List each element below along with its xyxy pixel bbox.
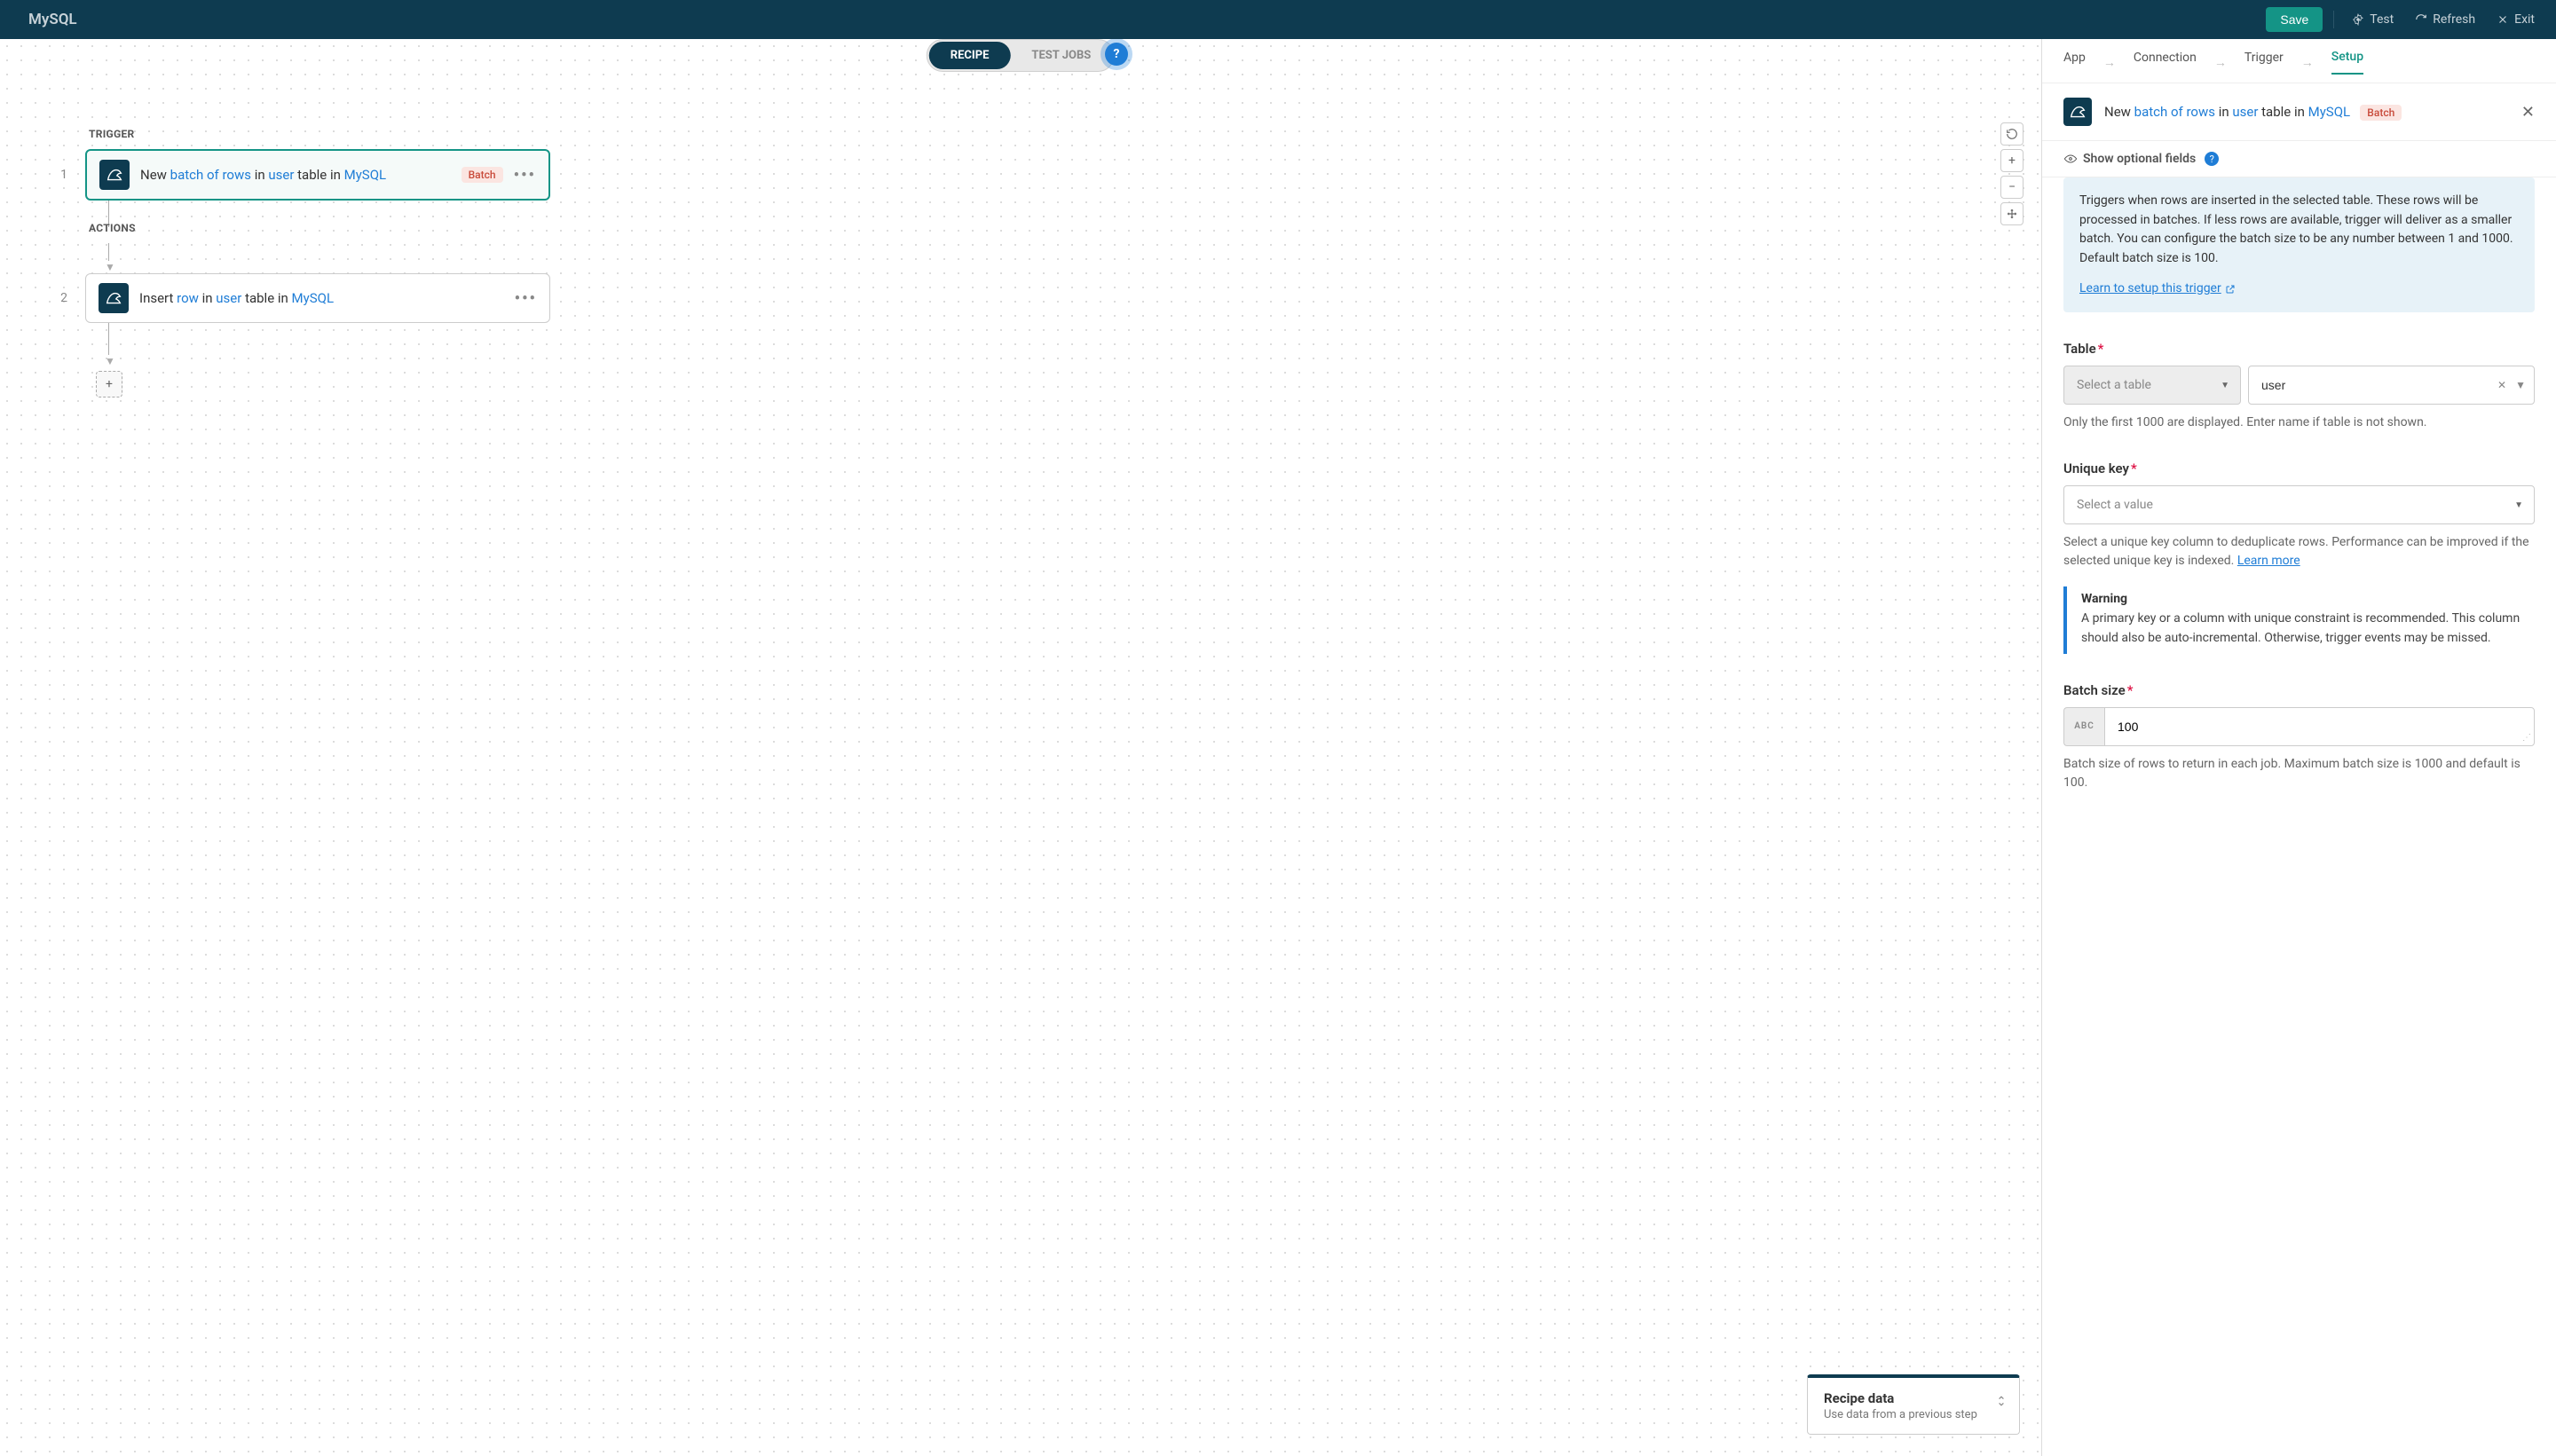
fit-icon	[2006, 208, 2018, 220]
warning-box: Warning A primary key or a column with u…	[2063, 586, 2535, 653]
tab-test-jobs[interactable]: TEST JOBS	[1010, 42, 1112, 69]
learn-setup-link[interactable]: Learn to setup this trigger	[2079, 279, 2236, 299]
close-panel-button[interactable]: ✕	[2521, 103, 2535, 122]
trigger-step-card[interactable]: New batch of rows in user table in MySQL…	[85, 149, 550, 201]
crumb-setup[interactable]: Setup	[2331, 50, 2363, 75]
action-step-text: Insert row in user table in MySQL	[139, 290, 504, 306]
actions-section-label: ACTIONS	[89, 222, 550, 234]
config-sidepanel: App → Connection → Trigger → Setup New b…	[2041, 39, 2556, 1456]
connector	[108, 323, 110, 355]
tab-recipe[interactable]: RECIPE	[929, 42, 1011, 69]
chevron-right-icon: →	[2214, 55, 2227, 70]
help-button[interactable]: ?	[1105, 43, 1128, 66]
trigger-section-label: TRIGGER	[89, 128, 550, 140]
unique-key-select[interactable]: Select a value ▼	[2063, 485, 2535, 524]
zoom-in-button[interactable]: +	[2000, 149, 2024, 172]
optional-fields-row: Show optional fields ?	[2042, 141, 2556, 177]
reset-icon	[2006, 128, 2018, 140]
recipe-data-title: Recipe data	[1824, 1390, 2003, 1406]
unique-key-label: Unique key*	[2063, 460, 2535, 476]
field-batch-size: Batch size* ABC ⋰ Batch size of rows to …	[2063, 682, 2535, 792]
mysql-icon	[2063, 98, 2092, 126]
chevron-down-icon[interactable]: ▼	[2515, 379, 2526, 391]
canvas-controls: + −	[2000, 122, 2024, 225]
external-link-icon	[2225, 284, 2236, 295]
expand-icon[interactable]	[1996, 1394, 2007, 1412]
table-hint: Only the first 1000 are displayed. Enter…	[2063, 413, 2535, 432]
crumb-connection[interactable]: Connection	[2134, 51, 2197, 74]
gear-icon	[2352, 13, 2364, 26]
field-table: Table* Select a table ▼ ✕ ▼	[2063, 341, 2535, 432]
batch-size-input[interactable]	[2104, 707, 2535, 746]
eye-icon	[2063, 153, 2078, 164]
view-tabs: RECIPE TEST JOBS	[927, 39, 1115, 72]
trigger-step-text: New batch of rows in user table in MySQL	[140, 167, 451, 183]
help-icon[interactable]: ?	[2205, 152, 2219, 166]
app-header: MySQL Save Test Refresh Exit	[0, 0, 2556, 39]
unique-key-hint: Select a unique key column to deduplicat…	[2063, 533, 2535, 571]
arrow-down-icon: ▼	[105, 355, 550, 367]
recipe-canvas: RECIPE TEST JOBS ? + − TRIGGER 1	[0, 39, 2041, 1456]
zoom-out-button[interactable]: −	[2000, 176, 2024, 199]
table-select[interactable]: Select a table ▼	[2063, 366, 2241, 405]
panel-header-text: New batch of rows in user table in MySQL…	[2104, 104, 2509, 120]
clear-input-icon[interactable]: ✕	[2497, 379, 2506, 391]
page-title: MySQL	[28, 11, 77, 28]
show-optional-fields-toggle[interactable]: Show optional fields	[2063, 152, 2196, 166]
header-actions: Save Test Refresh Exit	[2266, 7, 2542, 32]
trigger-info-box: Triggers when rows are inserted in the s…	[2063, 177, 2535, 312]
learn-more-link[interactable]: Learn more	[2237, 554, 2300, 568]
warning-text: A primary key or a column with unique co…	[2081, 610, 2520, 648]
add-step-button[interactable]: +	[96, 371, 122, 397]
divider	[2333, 11, 2334, 28]
refresh-icon	[2415, 13, 2427, 26]
table-input[interactable]	[2248, 366, 2535, 405]
chevron-right-icon: →	[2301, 55, 2314, 70]
chevron-right-icon: →	[2103, 55, 2116, 70]
field-unique-key: Unique key* Select a value ▼ Select a un…	[2063, 460, 2535, 653]
crumb-trigger[interactable]: Trigger	[2244, 51, 2284, 74]
step-number: 2	[53, 291, 75, 305]
step-more-menu[interactable]: •••	[514, 166, 536, 185]
reset-view-button[interactable]	[2000, 122, 2024, 146]
table-label: Table*	[2063, 341, 2535, 357]
save-button[interactable]: Save	[2266, 7, 2323, 32]
arrow-down-icon: ▼	[105, 261, 550, 273]
type-indicator: ABC	[2063, 707, 2104, 746]
test-button[interactable]: Test	[2345, 9, 2401, 30]
batch-badge: Batch	[2360, 105, 2402, 121]
recipe-data-subtitle: Use data from a previous step	[1824, 1408, 2003, 1421]
fit-view-button[interactable]	[2000, 202, 2024, 225]
action-step-card[interactable]: Insert row in user table in MySQL •••	[85, 273, 550, 323]
mysql-icon	[99, 160, 130, 190]
breadcrumb: App → Connection → Trigger → Setup	[2042, 39, 2556, 83]
info-text: Triggers when rows are inserted in the s…	[2079, 192, 2519, 269]
step-number: 1	[53, 168, 75, 182]
step-more-menu[interactable]: •••	[515, 289, 537, 308]
batch-size-label: Batch size*	[2063, 682, 2535, 698]
mysql-icon	[99, 283, 129, 313]
refresh-button[interactable]: Refresh	[2408, 9, 2482, 30]
close-icon	[2497, 13, 2509, 26]
batch-size-hint: Batch size of rows to return in each job…	[2063, 755, 2535, 792]
chevron-down-icon: ▼	[2221, 381, 2229, 390]
batch-badge: Batch	[462, 167, 503, 183]
warning-title: Warning	[2081, 592, 2520, 606]
chevron-down-icon: ▼	[2514, 500, 2523, 510]
panel-header: New batch of rows in user table in MySQL…	[2042, 83, 2556, 141]
recipe-data-panel[interactable]: Recipe data Use data from a previous ste…	[1807, 1374, 2020, 1435]
exit-button[interactable]: Exit	[2489, 9, 2542, 30]
crumb-app[interactable]: App	[2063, 51, 2086, 74]
connector	[108, 243, 110, 261]
